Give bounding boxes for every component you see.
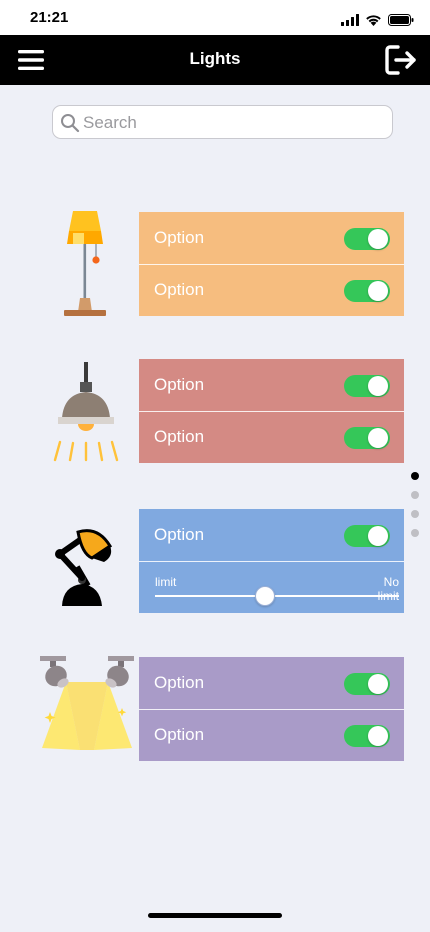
cellular-signal-icon: [341, 14, 359, 26]
option-toggle[interactable]: [344, 673, 390, 695]
search-icon: [61, 114, 80, 133]
option-row: Option: [139, 709, 404, 761]
page-dot[interactable]: [411, 491, 419, 499]
toggle-knob: [368, 526, 388, 546]
option-label: Option: [154, 525, 205, 544]
slider-min-label: limit: [155, 575, 177, 589]
option-row: Option: [139, 212, 404, 264]
spotlights-icon: [40, 656, 134, 750]
desk-lamp-icon: [55, 529, 113, 606]
option-toggle[interactable]: [344, 525, 390, 547]
nav-bar: Lights: [0, 35, 430, 85]
divider: [139, 561, 404, 562]
option-label: Option: [154, 673, 205, 692]
ceiling-lamp-icon: [53, 362, 119, 462]
status-icons: [341, 12, 414, 26]
search-input[interactable]: [81, 110, 385, 136]
option-toggle[interactable]: [344, 228, 390, 250]
page-dot[interactable]: [411, 510, 419, 518]
slider-thumb[interactable]: [254, 586, 275, 606]
option-toggle[interactable]: [344, 280, 390, 302]
option-label: Option: [154, 725, 205, 744]
search-bar: [52, 105, 393, 139]
home-indicator: [148, 913, 282, 918]
toggle-knob: [368, 726, 388, 746]
option-row: Option: [139, 264, 404, 316]
page-title: Lights: [189, 49, 241, 68]
option-label: Option: [154, 427, 205, 446]
slider-max-label: No limit: [378, 575, 399, 603]
light-panel-4: Option Option: [139, 657, 404, 761]
option-row: Option: [139, 359, 404, 411]
light-panel-3: Option limit No limit: [139, 509, 404, 613]
option-row: Option: [139, 657, 404, 709]
light-panel-2: Option Option: [139, 359, 404, 463]
floor-lamp-icon: [64, 211, 106, 316]
toggle-knob: [368, 428, 388, 448]
page-dot[interactable]: [411, 472, 419, 480]
status-bar: 21:21: [0, 0, 430, 35]
toggle-knob: [368, 281, 388, 301]
option-label: Option: [154, 280, 205, 299]
toggle-knob: [368, 229, 388, 249]
page-dot[interactable]: [411, 529, 419, 537]
battery-icon: [388, 14, 414, 26]
option-toggle[interactable]: [344, 725, 390, 747]
page-indicator: [411, 472, 419, 548]
option-toggle[interactable]: [344, 375, 390, 397]
toggle-knob: [368, 376, 388, 396]
logout-icon[interactable]: [384, 44, 418, 76]
wifi-icon: [366, 15, 381, 26]
option-row: Option: [139, 411, 404, 463]
option-label: Option: [154, 228, 205, 247]
option-row: Option: [139, 509, 404, 561]
slider-track[interactable]: [155, 595, 399, 597]
option-toggle[interactable]: [344, 427, 390, 449]
status-time: 21:21: [30, 9, 69, 26]
toggle-knob: [368, 674, 388, 694]
light-panel-1: Option Option: [139, 212, 404, 316]
option-label: Option: [154, 375, 205, 394]
